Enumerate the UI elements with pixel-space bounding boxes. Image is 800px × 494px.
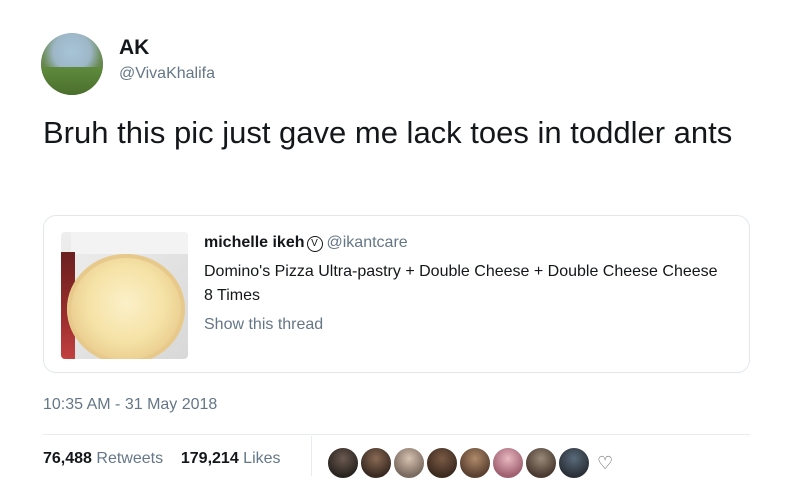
liker-avatar[interactable] xyxy=(327,447,359,479)
quoted-tweet-image[interactable] xyxy=(61,232,188,359)
stats-separator xyxy=(311,436,312,476)
likes-label: Likes xyxy=(243,450,281,467)
pizza-image xyxy=(67,254,185,359)
liker-avatar[interactable] xyxy=(426,447,458,479)
tweet-timestamp[interactable]: 10:35 AM - 31 May 2018 xyxy=(43,396,217,414)
retweets-stat[interactable]: 76,488 Retweets xyxy=(43,450,163,467)
liker-avatar[interactable] xyxy=(459,447,491,479)
likes-stat[interactable]: 179,214 Likes xyxy=(181,450,281,467)
quoted-author[interactable]: michelle ikeh V @ikantcare xyxy=(204,234,408,252)
stats-top-divider xyxy=(43,434,750,435)
likers-avatars: ♡ xyxy=(327,447,613,479)
author-handle[interactable]: @VivaKhalifa xyxy=(119,65,215,83)
liker-avatar[interactable] xyxy=(492,447,524,479)
author-display-name[interactable]: AK xyxy=(119,36,149,60)
retweets-count: 76,488 xyxy=(43,450,92,467)
quoted-author-name: michelle ikeh xyxy=(204,234,305,251)
verified-icon: V xyxy=(306,236,323,252)
author-avatar[interactable] xyxy=(41,33,103,95)
quoted-tweet-text: Domino's Pizza Ultra-pastry + Double Che… xyxy=(204,263,718,304)
pizza-box-lid xyxy=(71,232,188,254)
liker-avatar[interactable] xyxy=(393,447,425,479)
likes-count: 179,214 xyxy=(180,450,239,467)
liker-avatar[interactable] xyxy=(558,447,590,479)
show-thread-link[interactable]: Show this thread xyxy=(204,316,323,334)
liker-avatar[interactable] xyxy=(525,447,557,479)
heart-icon[interactable]: ♡ xyxy=(597,453,613,474)
quoted-author-handle: @ikantcare xyxy=(326,234,408,251)
liker-avatar[interactable] xyxy=(360,447,392,479)
quoted-tweet-card[interactable]: michelle ikeh V @ikantcare Domino's Pizza … xyxy=(43,215,750,373)
tweet-text: Bruh this pic just gave me lack toes in … xyxy=(43,115,733,150)
tweet-stats: 76,488 Retweets 179,214 Likes xyxy=(43,450,281,468)
retweets-label: Retweets xyxy=(96,450,164,467)
